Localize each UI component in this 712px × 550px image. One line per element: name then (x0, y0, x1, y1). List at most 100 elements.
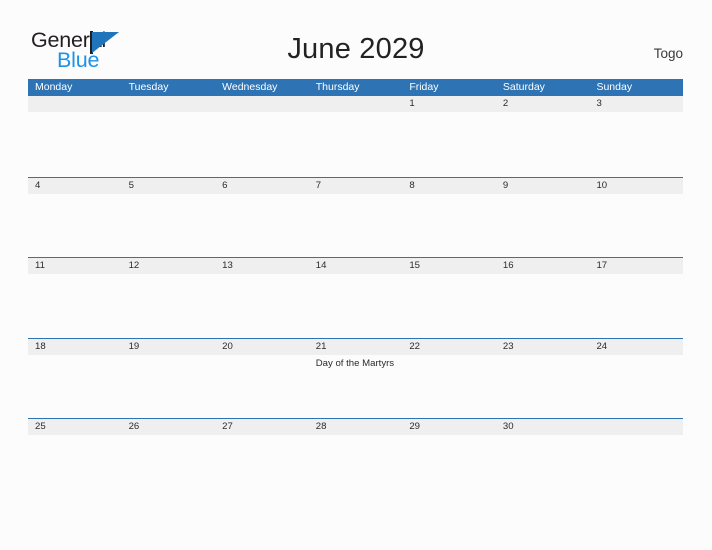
calendar-day-cell[interactable]: 4 (28, 177, 122, 258)
calendar-day-cell[interactable]: 3 (589, 96, 684, 177)
day-number-band: 24 (589, 338, 684, 355)
day-number: 14 (315, 260, 327, 271)
calendar-day-cell[interactable]: 24 (589, 338, 684, 419)
day-events: Day of the Martyrs (309, 355, 403, 370)
country-label: Togo (653, 46, 683, 61)
day-number-band: 26 (121, 419, 216, 435)
calendar-day-cell-empty[interactable] (589, 419, 684, 499)
day-number-band: 15 (402, 258, 496, 274)
calendar-day-cell[interactable]: 12 (121, 258, 216, 338)
weekday-header-monday: Monday (35, 81, 73, 93)
calendar-weeks: 1 2 3 4 5 6 7 8 9 10 11 12 13 14 15 16 17 18 19 20 21 Day of … (28, 96, 684, 499)
calendar-day-cell[interactable]: 8 (402, 177, 496, 258)
calendar-day-cell[interactable]: 6 (215, 177, 309, 258)
day-number: 23 (502, 340, 514, 352)
day-number-band: 2 (495, 96, 590, 112)
day-number-band: 18 (28, 338, 122, 355)
day-number: 30 (502, 421, 514, 432)
calendar-week-row: 1 2 3 (28, 96, 684, 177)
calendar-day-cell[interactable]: 13 (215, 258, 309, 338)
calendar-day-cell-empty[interactable] (308, 96, 403, 177)
day-number-band: 1 (402, 96, 496, 112)
day-number: 8 (409, 179, 415, 191)
day-number-band: 14 (308, 258, 403, 274)
calendar-day-cell[interactable]: 16 (495, 258, 590, 338)
day-number-band (28, 96, 122, 112)
day-number: 18 (35, 340, 46, 352)
day-number: 22 (409, 340, 420, 352)
calendar-day-cell[interactable]: 10 (589, 177, 684, 258)
day-number: 7 (315, 179, 322, 191)
calendar-weekday-header: Monday Tuesday Wednesday Thursday Friday… (28, 79, 683, 96)
day-number-band: 11 (28, 258, 122, 274)
calendar-day-cell[interactable]: 23 (495, 338, 590, 419)
day-number-band (589, 419, 684, 435)
calendar-day-cell[interactable]: 26 (121, 419, 216, 499)
calendar-day-cell[interactable]: 21 Day of the Martyrs (308, 338, 403, 419)
day-number-band: 19 (121, 338, 216, 355)
calendar-week-row: 18 19 20 21 Day of the Martyrs 22 23 24 (28, 337, 684, 419)
day-number-band (215, 96, 309, 112)
calendar-day-cell[interactable]: 17 (589, 258, 684, 338)
weekday-header-saturday: Saturday (502, 81, 545, 93)
day-number: 11 (35, 260, 45, 271)
day-number: 19 (128, 340, 140, 352)
day-number: 4 (35, 179, 41, 191)
day-number: 16 (502, 260, 514, 271)
day-number: 25 (35, 421, 46, 432)
day-number-band: 30 (495, 419, 590, 435)
calendar-day-cell-empty[interactable] (28, 96, 122, 177)
day-number-band: 6 (215, 177, 309, 194)
day-number: 9 (502, 179, 509, 191)
calendar-day-cell[interactable]: 22 (402, 338, 496, 419)
day-number-band: 10 (589, 177, 684, 194)
calendar-day-cell[interactable]: 15 (402, 258, 496, 338)
day-number: 5 (128, 179, 134, 191)
day-number: 12 (128, 260, 140, 271)
day-number: 29 (409, 421, 420, 432)
day-number-band: 21 (308, 338, 403, 355)
day-number-band: 5 (121, 177, 216, 194)
day-number: 21 (315, 340, 327, 352)
calendar-day-cell-empty[interactable] (121, 96, 216, 177)
calendar-day-cell[interactable]: 27 (215, 419, 309, 499)
calendar-day-cell[interactable]: 5 (121, 177, 216, 258)
day-number-band: 23 (495, 338, 590, 355)
day-number: 17 (596, 260, 608, 271)
calendar-day-cell[interactable]: 28 (308, 419, 403, 499)
weekday-header-wednesday: Wednesday (222, 81, 278, 93)
calendar-day-cell[interactable]: 1 (402, 96, 496, 177)
day-number-band (308, 96, 403, 112)
calendar-day-cell-empty[interactable] (215, 96, 309, 177)
calendar-day-cell[interactable]: 9 (495, 177, 590, 258)
day-number: 20 (222, 340, 233, 352)
calendar-day-cell[interactable]: 25 (28, 419, 122, 499)
day-number-band: 25 (28, 419, 122, 435)
calendar-day-cell[interactable]: 14 (308, 258, 403, 338)
weekday-header-thursday: Thursday (315, 81, 360, 93)
day-number: 2 (502, 98, 509, 109)
calendar-day-cell[interactable]: 29 (402, 419, 496, 499)
calendar-day-cell[interactable]: 7 (308, 177, 403, 258)
day-number-band: 16 (495, 258, 590, 274)
page-title: June 2029 (287, 33, 425, 65)
day-number-band: 17 (589, 258, 684, 274)
day-number: 10 (596, 179, 608, 191)
calendar-week-row: 11 12 13 14 15 16 17 (28, 257, 684, 338)
day-number: 27 (222, 421, 233, 432)
day-number: 6 (222, 179, 228, 191)
calendar-day-cell[interactable]: 19 (121, 338, 216, 419)
holiday-event-label: Day of the Martyrs (315, 357, 395, 369)
weekday-header-sunday: Sunday (596, 81, 633, 93)
day-number-band: 20 (215, 338, 309, 355)
day-number-band: 9 (495, 177, 590, 194)
calendar-day-cell[interactable]: 2 (495, 96, 590, 177)
day-number: 3 (596, 98, 602, 109)
calendar-day-cell[interactable]: 11 (28, 258, 122, 338)
day-number-band: 27 (215, 419, 309, 435)
day-number-band: 13 (215, 258, 309, 274)
calendar-day-cell[interactable]: 30 (495, 419, 590, 499)
calendar-day-cell[interactable]: 18 (28, 338, 122, 419)
day-number: 24 (596, 340, 608, 352)
calendar-day-cell[interactable]: 20 (215, 338, 309, 419)
